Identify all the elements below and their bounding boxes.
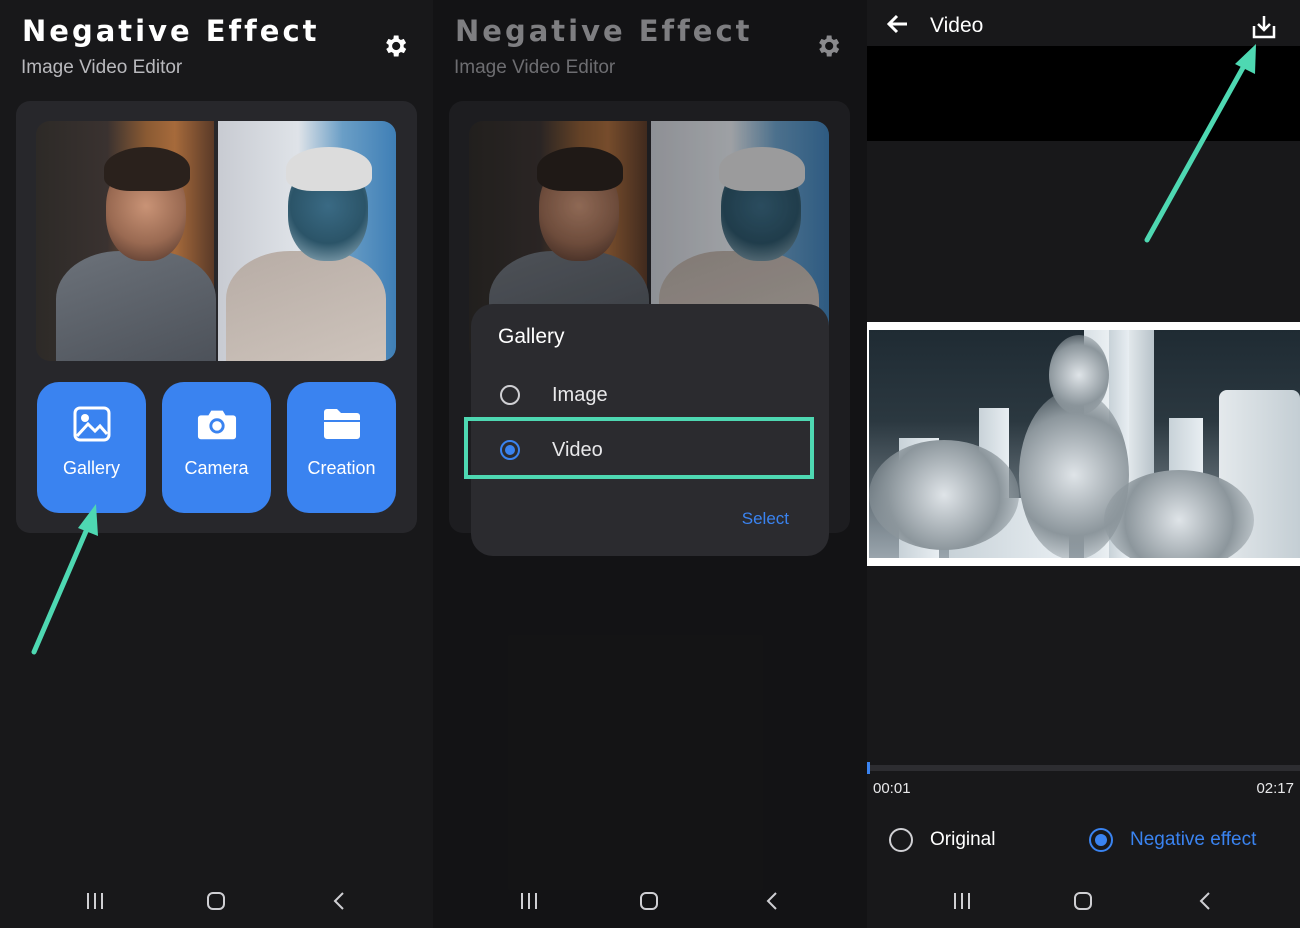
option-negative-effect-label: Negative effect: [1130, 829, 1257, 850]
camera-icon: [197, 404, 237, 444]
recent-apps-icon[interactable]: [517, 886, 541, 916]
home-icon[interactable]: [204, 886, 228, 916]
gallery-dialog-screen: Negative Effect Image Video Editor Galle…: [433, 0, 867, 928]
total-time: 02:17: [1256, 780, 1294, 797]
radio-image[interactable]: [500, 385, 520, 405]
home-icon[interactable]: [637, 886, 661, 916]
back-icon[interactable]: [760, 886, 784, 916]
option-image-label: Image: [552, 383, 608, 406]
video-frame: [869, 330, 1300, 558]
negative-photo: [218, 121, 396, 361]
system-nav-bar: [0, 886, 433, 916]
creation-button-label: Creation: [307, 458, 376, 478]
select-button[interactable]: Select: [742, 509, 789, 529]
radio-negative-effect[interactable]: [1089, 828, 1113, 852]
app-title: Negative Effect: [22, 14, 320, 48]
home-icon[interactable]: [1071, 886, 1095, 916]
video-seekbar[interactable]: [867, 762, 1300, 774]
app-subtitle: Image Video Editor: [21, 57, 183, 78]
current-time: 00:01: [873, 780, 911, 797]
recent-apps-icon[interactable]: [950, 886, 974, 916]
creation-button[interactable]: Creation: [287, 382, 396, 513]
download-icon[interactable]: [1251, 14, 1277, 40]
camera-button[interactable]: Camera: [162, 382, 271, 513]
gear-icon[interactable]: [381, 32, 409, 60]
system-nav-bar: [433, 886, 867, 916]
preview-image: [36, 121, 396, 361]
option-image[interactable]: Image: [471, 366, 829, 424]
radio-original[interactable]: [889, 828, 913, 852]
recent-apps-icon[interactable]: [83, 886, 107, 916]
folder-icon: [322, 404, 362, 444]
gallery-button-label: Gallery: [62, 458, 120, 478]
back-arrow-icon[interactable]: [887, 14, 909, 34]
screen-title: Video: [930, 14, 984, 37]
option-negative-effect[interactable]: Negative effect: [1089, 825, 1256, 855]
top-bar: Video: [867, 0, 1300, 46]
dialog-title: Gallery: [498, 325, 565, 348]
camera-button-label: Camera: [184, 458, 249, 478]
home-screen: Negative Effect Image Video Editor Galle…: [0, 0, 433, 928]
system-nav-bar: [867, 886, 1300, 916]
image-icon: [72, 404, 112, 444]
seekbar-thumb[interactable]: [867, 762, 870, 774]
back-icon[interactable]: [327, 886, 351, 916]
highlight-box: [464, 417, 814, 479]
video-player[interactable]: [867, 322, 1300, 566]
video-letterbox: [867, 46, 1300, 141]
original-photo: [36, 121, 216, 361]
back-icon[interactable]: [1193, 886, 1217, 916]
option-original-label: Original: [930, 829, 996, 850]
option-original[interactable]: Original: [889, 825, 995, 855]
video-screen: Video 00:01 02:17 Original Negative effe…: [867, 0, 1300, 928]
home-card: Gallery Camera Creation: [16, 101, 417, 533]
gallery-button[interactable]: Gallery: [37, 382, 146, 513]
